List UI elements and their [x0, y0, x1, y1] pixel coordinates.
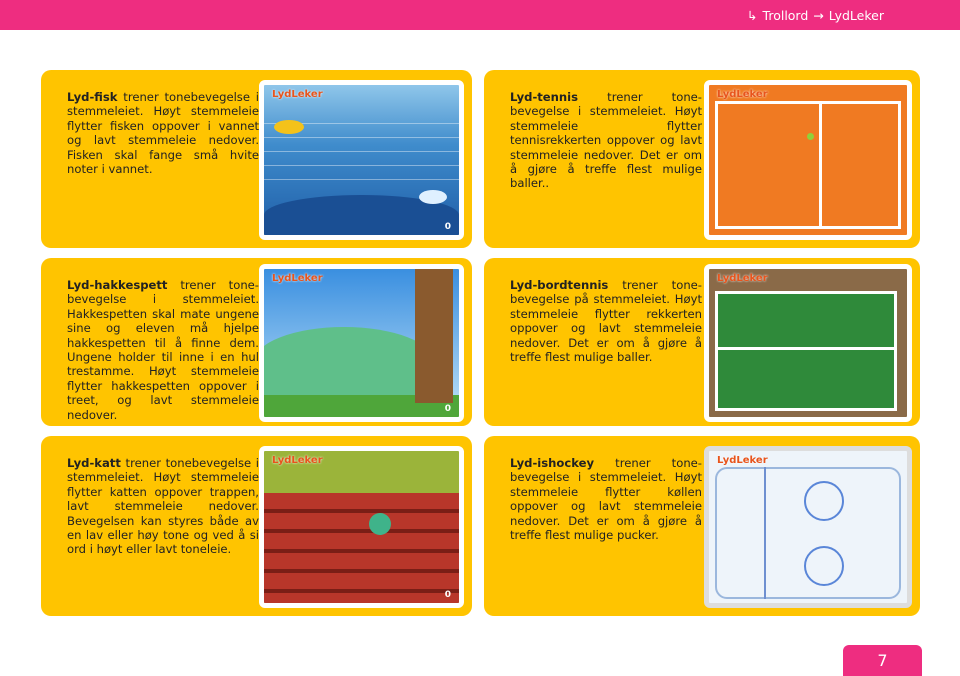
card-text: Lyd-katt trener tonebevegelse i stemmele…	[67, 456, 259, 557]
game-screenshot: LydLeker	[704, 446, 912, 608]
game-name: Lyd-katt	[67, 456, 121, 470]
header-bar: ↳ Trollord → LydLeker	[0, 0, 960, 30]
game-screenshot: LydLeker	[704, 80, 912, 240]
game-name: Lyd-bordtennis	[510, 278, 609, 292]
breadcrumb-current[interactable]: LydLeker	[829, 8, 884, 23]
card-text: Lyd-bordtennis trener tone-bevegelse på …	[510, 278, 702, 365]
arrow-right-icon: →	[813, 7, 824, 23]
card-lyd-ishockey: Lyd-ishockey trener tone-bevegelse i ste…	[484, 436, 920, 616]
game-screenshot: LydLeker 0	[259, 80, 464, 240]
arrow-icon: ↳	[747, 7, 758, 23]
game-screenshot: LydLeker	[704, 264, 912, 422]
game-screenshot: LydLeker 0	[259, 264, 464, 422]
card-lyd-hakkespett: Lyd-hakkespett trener tone-bevegelse i s…	[41, 258, 472, 426]
game-name: Lyd-ishockey	[510, 456, 595, 470]
card-lyd-bordtennis: Lyd-bordtennis trener tone-bevegelse på …	[484, 258, 920, 426]
card-lyd-katt: Lyd-katt trener tonebevegelse i stemmele…	[41, 436, 472, 616]
breadcrumb-parent[interactable]: Trollord	[763, 8, 809, 23]
game-name: Lyd-hakkespett	[67, 278, 168, 292]
card-text: Lyd-hakkespett trener tone-bevegelse i s…	[67, 278, 259, 422]
page-number: 7	[843, 645, 922, 676]
card-text: Lyd-fisk trener tonebevegelse i stemmele…	[67, 90, 259, 177]
game-name: Lyd-fisk	[67, 90, 118, 104]
game-name: Lyd-tennis	[510, 90, 579, 104]
card-text: Lyd-ishockey trener tone-bevegelse i ste…	[510, 456, 702, 543]
game-screenshot: LydLeker 0	[259, 446, 464, 608]
card-lyd-fisk: Lyd-fisk trener tonebevegelse i stemmele…	[41, 70, 472, 248]
fish-icon	[274, 120, 304, 134]
card-text: Lyd-tennis trener tone-bevegelse i stemm…	[510, 90, 702, 191]
card-lyd-tennis: Lyd-tennis trener tone-bevegelse i stemm…	[484, 70, 920, 248]
